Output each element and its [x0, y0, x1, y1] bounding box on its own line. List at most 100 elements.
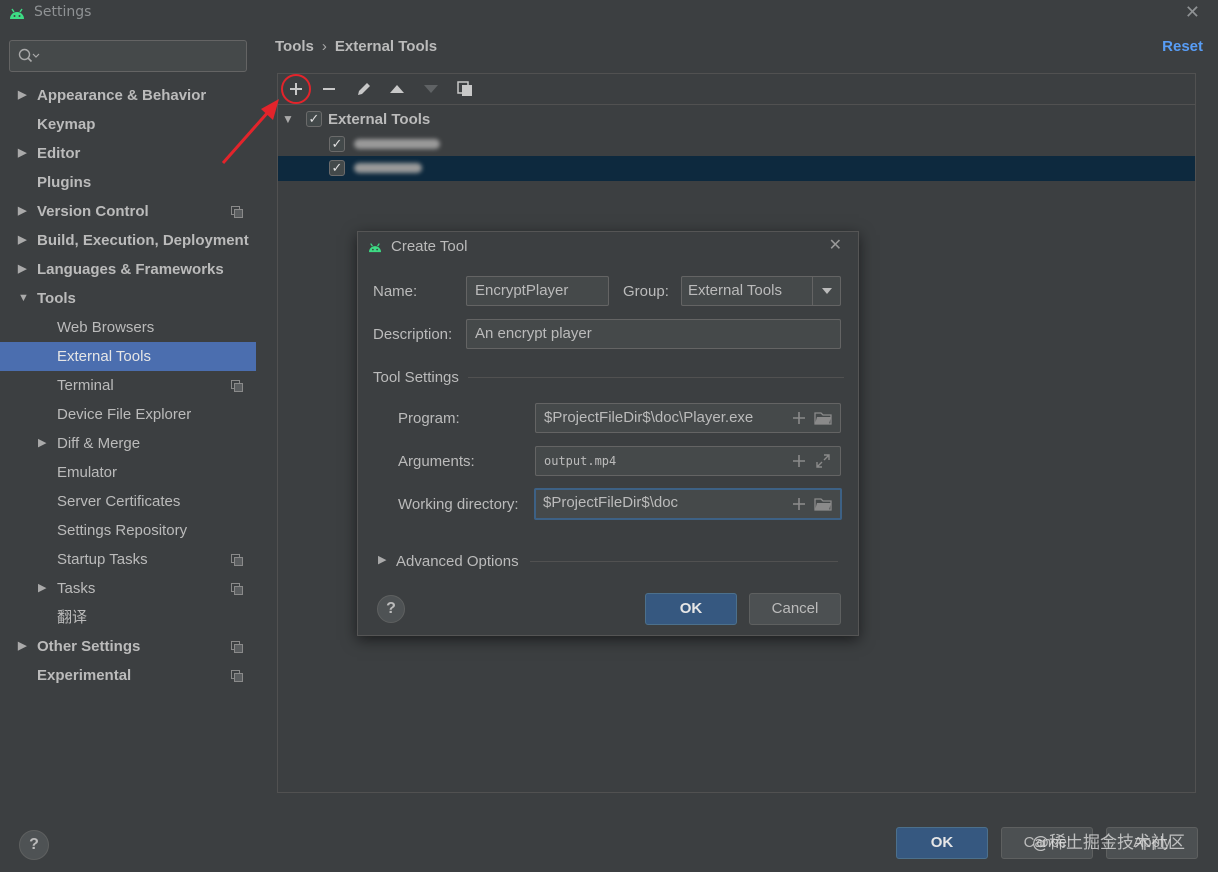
- sidebar-item-web-browsers[interactable]: Web Browsers: [0, 313, 256, 342]
- breadcrumb-parent[interactable]: Tools: [275, 38, 314, 55]
- expand-arrow-icon[interactable]: ▶: [18, 226, 30, 255]
- sidebar-item-label: Device File Explorer: [57, 406, 192, 423]
- browse-folder-icon[interactable]: [814, 404, 832, 432]
- dialog-help-button[interactable]: ?: [377, 595, 405, 623]
- sidebar-item-label: Keymap: [37, 116, 96, 133]
- tool-checkbox[interactable]: ✓: [329, 136, 345, 152]
- reset-link[interactable]: Reset: [1162, 38, 1203, 55]
- description-label: Description:: [373, 326, 453, 343]
- collapse-arrow-icon[interactable]: ▼: [18, 284, 30, 313]
- sidebar-item-server-certificates[interactable]: Server Certificates: [0, 487, 256, 516]
- move-up-button[interactable]: [386, 78, 408, 100]
- sidebar-item-device-file-explorer[interactable]: Device File Explorer: [0, 400, 256, 429]
- expand-arrow-icon[interactable]: ▶: [18, 81, 30, 110]
- copy-tool-button[interactable]: [454, 78, 476, 100]
- browse-folder-icon[interactable]: [814, 490, 832, 518]
- program-value: $ProjectFileDir$\doc\Player.exe: [544, 409, 754, 426]
- expand-arrow-icon[interactable]: ▶: [18, 197, 30, 226]
- sidebar-item-label: Plugins: [37, 174, 92, 191]
- group-checkbox[interactable]: ✓: [306, 111, 322, 127]
- name-field[interactable]: EncryptPlayer: [466, 276, 609, 306]
- project-scope-icon: [231, 380, 243, 392]
- expand-arrow-icon[interactable]: ▶: [38, 429, 50, 458]
- arrow-down-icon: [424, 85, 438, 93]
- insert-macro-icon[interactable]: [790, 490, 808, 518]
- dialog-title: Create Tool: [391, 238, 468, 255]
- dropdown-button[interactable]: [812, 277, 840, 305]
- tool-row-selected[interactable]: ✓: [278, 156, 1195, 181]
- expand-arrow-icon[interactable]: ▶: [38, 574, 50, 603]
- sidebar-item-label: Experimental: [37, 667, 132, 684]
- help-button[interactable]: ?: [19, 830, 49, 860]
- minus-icon: [323, 88, 335, 90]
- expand-arrow-icon[interactable]: ▶: [18, 139, 30, 168]
- arguments-field[interactable]: output.mp4: [535, 446, 841, 476]
- sidebar-item-version-control[interactable]: ▶ Version Control: [0, 197, 256, 226]
- copy-icon: [457, 81, 472, 96]
- sidebar-item-external-tools[interactable]: External Tools: [0, 342, 256, 371]
- tools-toolbar: [278, 74, 1195, 105]
- name-label: Name:: [373, 283, 418, 300]
- sidebar-item-label: Terminal: [57, 377, 114, 394]
- window-close-icon[interactable]: ✕: [1185, 2, 1200, 23]
- sidebar-item-other-settings[interactable]: ▶ Other Settings: [0, 632, 256, 661]
- dialog-ok-button[interactable]: OK: [645, 593, 737, 625]
- search-icon: [18, 48, 40, 63]
- expand-editor-icon[interactable]: [814, 447, 832, 475]
- android-icon: [10, 8, 24, 19]
- sidebar-item-label: 翻译: [57, 609, 88, 626]
- section-divider: [468, 377, 844, 378]
- expand-arrow-icon[interactable]: ▶: [18, 632, 30, 661]
- project-scope-icon: [231, 670, 243, 682]
- remove-tool-button[interactable]: [318, 78, 340, 100]
- tool-row[interactable]: ✓: [278, 132, 1195, 157]
- annotation-arrow-icon: [221, 99, 279, 164]
- insert-macro-icon[interactable]: [790, 404, 808, 432]
- group-combobox[interactable]: External Tools: [681, 276, 841, 306]
- ok-button[interactable]: OK: [896, 827, 988, 859]
- working-directory-value: $ProjectFileDir$\doc: [543, 494, 679, 511]
- section-divider: [530, 561, 838, 562]
- sidebar-item-build[interactable]: ▶ Build, Execution, Deployment: [0, 226, 256, 255]
- search-input[interactable]: [9, 40, 247, 72]
- sidebar-item-languages[interactable]: ▶ Languages & Frameworks: [0, 255, 256, 284]
- project-scope-icon: [231, 206, 243, 218]
- arguments-value: output.mp4: [544, 454, 617, 468]
- advanced-options-toggle[interactable]: Advanced Options: [396, 553, 519, 570]
- program-label: Program:: [398, 410, 460, 427]
- sidebar-item-emulator[interactable]: Emulator: [0, 458, 256, 487]
- move-down-button[interactable]: [420, 78, 442, 100]
- sidebar-item-label: Diff & Merge: [57, 435, 141, 452]
- insert-macro-icon[interactable]: [790, 447, 808, 475]
- program-field[interactable]: $ProjectFileDir$\doc\Player.exe: [535, 403, 841, 433]
- sidebar-item-terminal[interactable]: Terminal: [0, 371, 256, 400]
- sidebar-item-experimental[interactable]: Experimental: [0, 661, 256, 690]
- redacted-tool-name: [354, 139, 440, 149]
- edit-tool-button[interactable]: [353, 78, 375, 100]
- window-title: Settings: [34, 4, 92, 20]
- sidebar-item-label: Web Browsers: [57, 319, 155, 336]
- dialog-close-icon[interactable]: ✕: [829, 235, 842, 254]
- sidebar-item-tasks[interactable]: ▶ Tasks: [0, 574, 256, 603]
- group-value: External Tools: [688, 282, 782, 299]
- sidebar-item-plugins[interactable]: Plugins: [0, 168, 256, 197]
- project-scope-icon: [231, 554, 243, 566]
- dialog-cancel-button[interactable]: Cancel: [749, 593, 841, 625]
- sidebar-item-tools[interactable]: ▼ Tools: [0, 284, 256, 313]
- sidebar-item-diff-merge[interactable]: ▶ Diff & Merge: [0, 429, 256, 458]
- working-directory-field[interactable]: $ProjectFileDir$\doc: [534, 488, 842, 520]
- tool-checkbox[interactable]: ✓: [329, 160, 345, 176]
- sidebar-item-label: Server Certificates: [57, 493, 181, 510]
- expand-arrow-icon[interactable]: ▶: [18, 255, 30, 284]
- tool-group-row[interactable]: ▼ ✓ External Tools: [278, 107, 1195, 132]
- sidebar-item-label: Tasks: [57, 580, 96, 597]
- sidebar-item-settings-repository[interactable]: Settings Repository: [0, 516, 256, 545]
- android-icon: [369, 243, 381, 253]
- watermark: @稀土掘金技术社区: [1032, 833, 1185, 853]
- description-field[interactable]: An encrypt player: [466, 319, 841, 349]
- sidebar-item-label: Startup Tasks: [57, 551, 148, 568]
- sidebar-item-startup-tasks[interactable]: Startup Tasks: [0, 545, 256, 574]
- expand-arrow-icon[interactable]: ▶: [378, 553, 386, 566]
- sidebar-item-translate[interactable]: 翻译: [0, 603, 256, 632]
- tool-group-label: External Tools: [328, 111, 431, 128]
